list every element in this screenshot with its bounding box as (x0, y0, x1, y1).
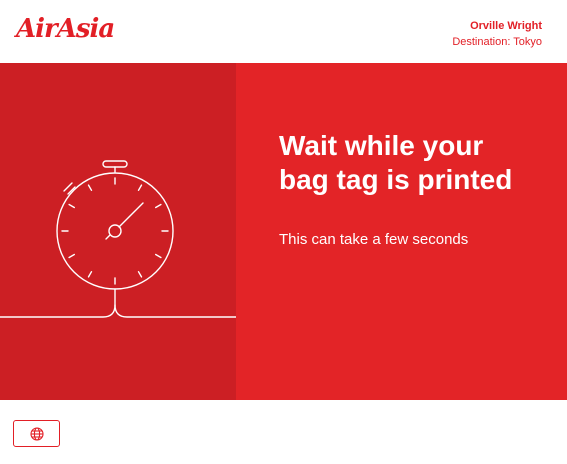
main-panel: Wait while your bag tag is printed This … (0, 63, 567, 400)
status-heading: Wait while your bag tag is printed (279, 129, 549, 197)
header: AirAsia Orville Wright Destination: Toky… (0, 0, 567, 63)
status-subtext: This can take a few seconds (279, 231, 469, 248)
language-button[interactable] (13, 420, 60, 447)
illustration-panel (0, 63, 236, 400)
stopwatch-icon (0, 160, 236, 318)
globe-icon (29, 426, 44, 441)
passenger-info: Orville Wright Destination: Tokyo (452, 18, 542, 50)
status-heading-line2: bag tag is printed (279, 164, 513, 195)
airasia-logo: AirAsia (16, 14, 115, 44)
passenger-name: Orville Wright (470, 20, 542, 32)
footer (0, 400, 567, 464)
destination-text: Destination: Tokyo (452, 36, 542, 48)
status-heading-line1: Wait while your (279, 130, 484, 161)
